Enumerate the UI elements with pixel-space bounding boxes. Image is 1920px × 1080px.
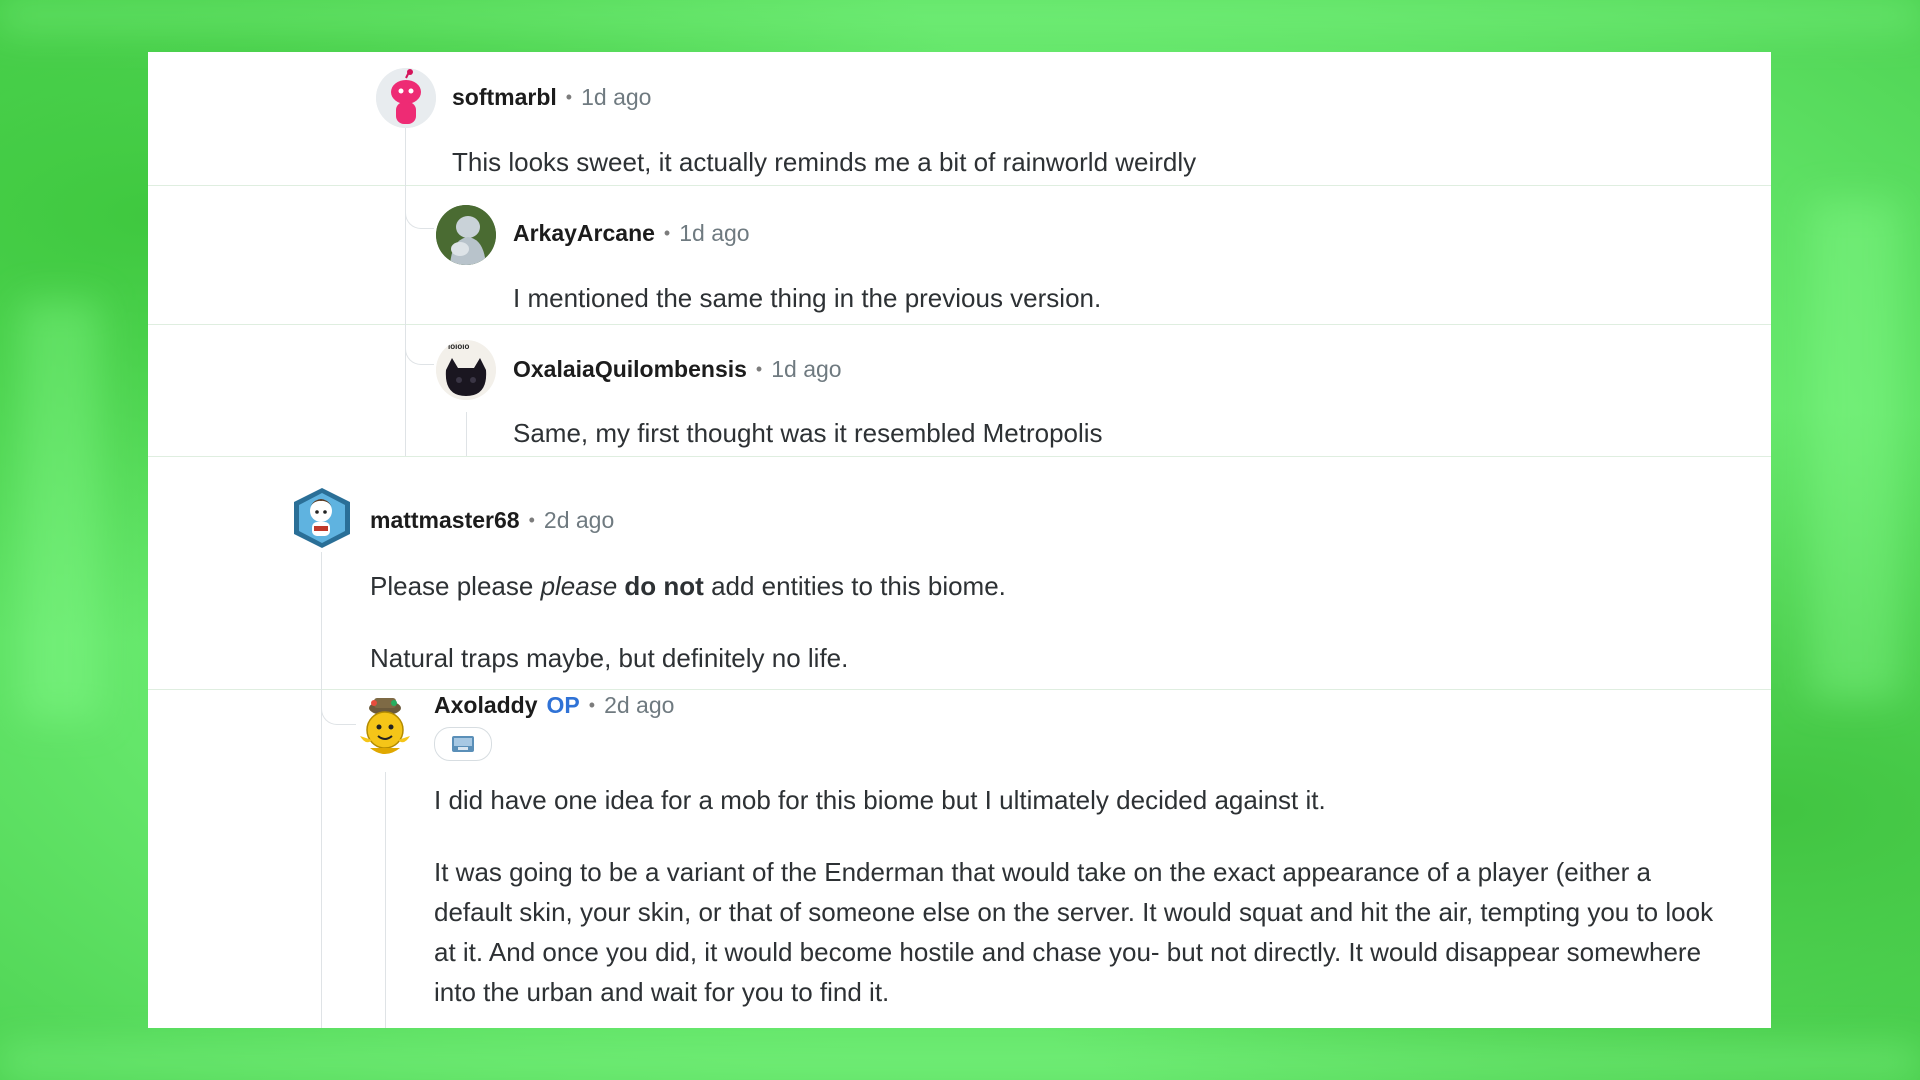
black-cat-avatar-icon[interactable]: ıoıoıo	[436, 340, 496, 400]
emphasis-text: please	[540, 571, 618, 601]
comment-body: This looks sweet, it actually reminds me…	[452, 142, 1732, 182]
comment-paragraph: Natural traps maybe, but definitely no l…	[370, 643, 849, 673]
comment-meta: softmarbl • 1d ago	[452, 84, 651, 111]
comment-text: Same, my first thought was it resembled …	[513, 418, 1103, 448]
comment-meta: Axoladdy OP • 2d ago	[434, 692, 674, 719]
yellow-snoo-avatar-icon[interactable]	[352, 694, 418, 760]
separator-dot: •	[588, 695, 596, 715]
background-streak	[1810, 200, 1900, 700]
timestamp[interactable]: 1d ago	[581, 84, 651, 111]
avatar-caption: ıoıoıo	[448, 342, 470, 351]
bold-text: do not	[624, 571, 704, 601]
username[interactable]: ArkayArcane	[513, 220, 655, 247]
divider	[148, 185, 1771, 186]
statue-avatar-icon[interactable]	[436, 205, 496, 265]
comment-body: I mentioned the same thing in the previo…	[513, 278, 1733, 318]
comment-text: This looks sweet, it actually reminds me…	[452, 147, 1197, 177]
thread-connector	[405, 338, 434, 365]
thread-line[interactable]	[405, 110, 406, 456]
username[interactable]: softmarbl	[452, 84, 557, 111]
comment-thread-card: softmarbl • 1d ago This looks sweet, it …	[148, 52, 1771, 1028]
comment-paragraph: I did have one idea for a mob for this b…	[434, 785, 1326, 815]
snoo-hexagon-avatar-icon[interactable]	[290, 484, 354, 552]
separator-dot: •	[528, 510, 535, 530]
comment-meta: OxalaiaQuilombensis • 1d ago	[513, 356, 842, 383]
thread-line[interactable]	[385, 772, 386, 1028]
separator-dot: •	[663, 223, 671, 243]
separator-dot: •	[755, 359, 763, 379]
timestamp[interactable]: 1d ago	[679, 220, 749, 247]
divider	[148, 689, 1771, 690]
timestamp[interactable]: 2d ago	[604, 692, 674, 719]
username[interactable]: mattmaster68	[370, 507, 520, 534]
comment-text: I mentioned the same thing in the previo…	[513, 283, 1102, 313]
comment-meta: ArkayArcane • 1d ago	[513, 220, 750, 247]
username[interactable]: Axoladdy	[434, 692, 538, 719]
comment-paragraph: Please please please do not add entities…	[370, 566, 1740, 606]
text-run: add entities to this biome.	[703, 571, 1006, 601]
comment-body: Please please please do not add entities…	[370, 566, 1740, 678]
op-badge: OP	[546, 692, 580, 718]
background-streak	[0, 1045, 1920, 1080]
thread-line[interactable]	[466, 412, 467, 456]
timestamp[interactable]: 1d ago	[771, 356, 841, 383]
image-flair-icon[interactable]	[434, 727, 492, 761]
divider	[148, 456, 1771, 457]
comment-paragraph: It was going to be a variant of the Ende…	[434, 857, 1714, 1007]
background-streak	[0, 0, 1920, 30]
timestamp[interactable]: 2d ago	[544, 507, 614, 534]
thread-line[interactable]	[321, 552, 322, 1028]
username[interactable]: OxalaiaQuilombensis	[513, 356, 747, 383]
divider	[148, 324, 1771, 325]
separator-dot: •	[565, 87, 573, 107]
thread-connector	[321, 698, 356, 725]
snoo-pink-avatar-icon[interactable]	[376, 68, 436, 128]
background-streak	[20, 300, 100, 720]
comment-meta: mattmaster68 • 2d ago	[370, 507, 614, 534]
thread-connector	[405, 202, 434, 229]
comment-body: I did have one idea for a mob for this b…	[434, 780, 1734, 1012]
text-run: Please please	[370, 571, 541, 601]
comment-body: Same, my first thought was it resembled …	[513, 413, 1733, 453]
